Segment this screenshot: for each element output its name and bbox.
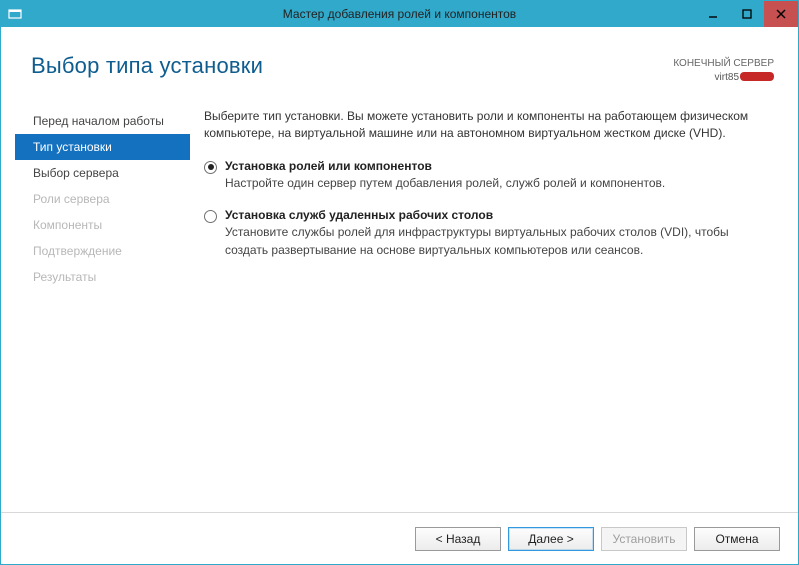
radio-button[interactable] <box>204 161 217 174</box>
option-title: Установка ролей или компонентов <box>225 159 766 173</box>
body-panel: Выберите тип установки. Вы можете устано… <box>190 104 784 512</box>
install-option-0[interactable]: Установка ролей или компонентов Настройте… <box>204 159 766 192</box>
page-title: Выбор типа установки <box>31 53 263 79</box>
install-button: Установить <box>601 527 687 551</box>
radio-button[interactable] <box>204 210 217 223</box>
main-row: Перед началом работыТип установкиВыбор с… <box>15 104 784 512</box>
app-icon <box>7 6 23 22</box>
server-name-text: virt85 <box>715 72 739 83</box>
intro-text: Выберите тип установки. Вы можете устано… <box>204 108 766 143</box>
window-controls <box>696 1 798 27</box>
server-label: КОНЕЧНЫЙ СЕРВЕР <box>673 57 774 71</box>
next-button[interactable]: Далее > <box>508 527 594 551</box>
close-button[interactable] <box>764 1 798 27</box>
wizard-step-2[interactable]: Выбор сервера <box>15 160 190 186</box>
wizard-window: Мастер добавления ролей и компонентов Вы… <box>0 0 799 565</box>
wizard-step-5: Подтверждение <box>15 238 190 264</box>
wizard-steps-sidebar: Перед началом работыТип установкиВыбор с… <box>15 104 190 512</box>
server-name: virt85 <box>673 71 774 85</box>
option-title: Установка служб удаленных рабочих столов <box>225 208 766 222</box>
header-row: Выбор типа установки КОНЕЧНЫЙ СЕРВЕР vir… <box>15 41 784 84</box>
titlebar: Мастер добавления ролей и компонентов <box>1 1 798 27</box>
window-title: Мастер добавления ролей и компонентов <box>1 7 798 21</box>
content-area: Выбор типа установки КОНЕЧНЫЙ СЕРВЕР vir… <box>1 27 798 512</box>
wizard-step-0[interactable]: Перед началом работы <box>15 108 190 134</box>
wizard-step-3: Роли сервера <box>15 186 190 212</box>
option-description: Настройте один сервер путем добавления р… <box>225 175 766 192</box>
maximize-button[interactable] <box>730 1 764 27</box>
install-option-1[interactable]: Установка служб удаленных рабочих столов… <box>204 208 766 259</box>
option-description: Установите службы ролей для инфраструкту… <box>225 224 766 259</box>
wizard-step-1[interactable]: Тип установки <box>15 134 190 160</box>
back-button[interactable]: < Назад <box>415 527 501 551</box>
options-container: Установка ролей или компонентов Настройте… <box>204 159 766 259</box>
cancel-button[interactable]: Отмена <box>694 527 780 551</box>
wizard-step-6: Результаты <box>15 264 190 290</box>
footer-buttons: < Назад Далее > Установить Отмена <box>1 512 798 564</box>
wizard-step-4: Компоненты <box>15 212 190 238</box>
option-text: Установка служб удаленных рабочих столов… <box>225 208 766 259</box>
destination-server-box: КОНЕЧНЫЙ СЕРВЕР virt85 <box>673 53 774 84</box>
redacted-text <box>740 72 774 81</box>
option-text: Установка ролей или компонентов Настройте… <box>225 159 766 192</box>
minimize-button[interactable] <box>696 1 730 27</box>
